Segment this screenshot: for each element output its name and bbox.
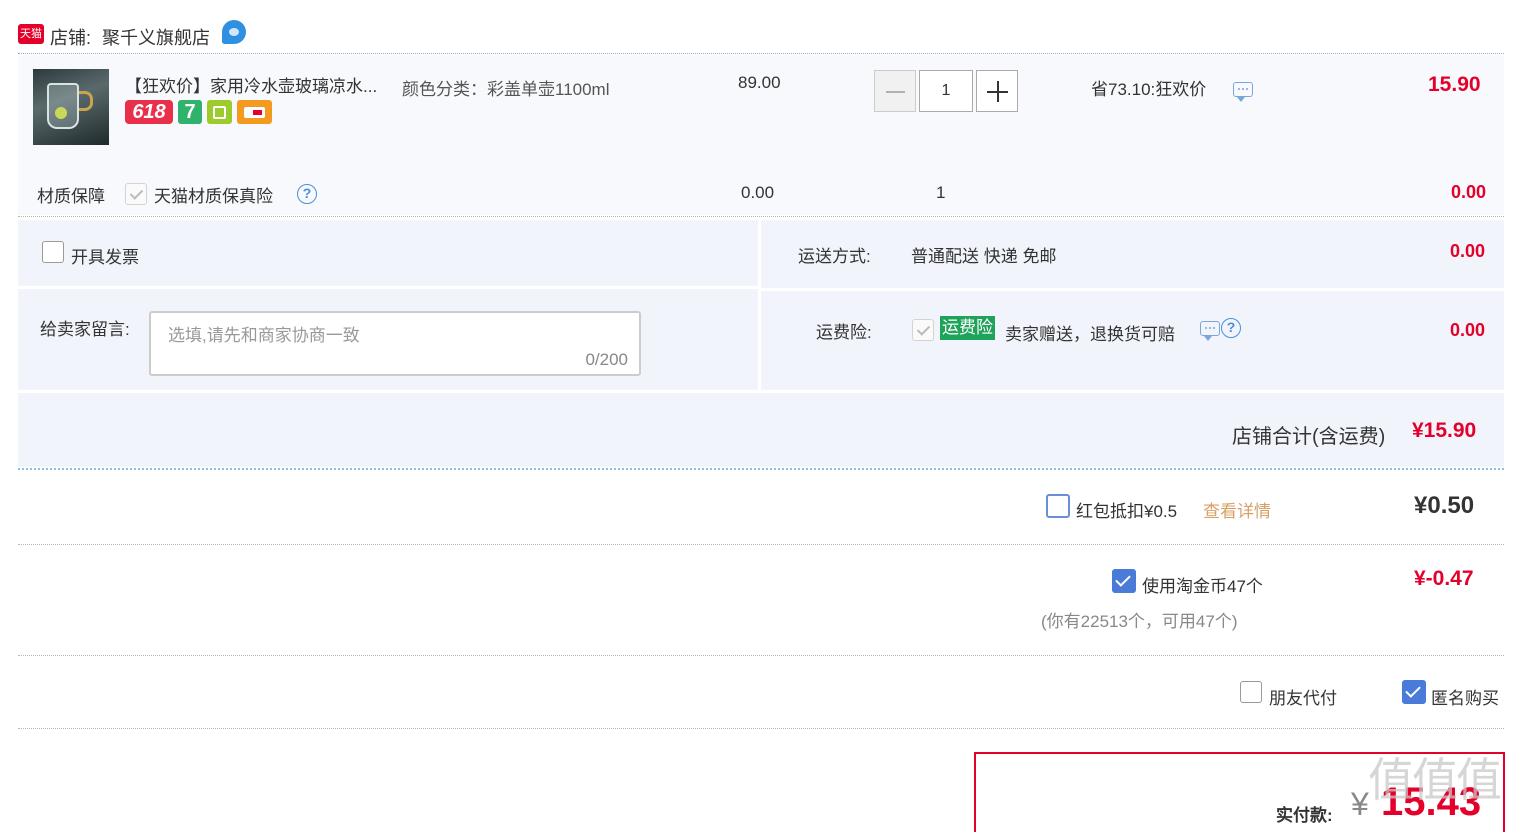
insurance-quantity: 1 xyxy=(936,183,946,202)
divider xyxy=(18,655,1504,656)
friend-pay-label[interactable]: 朋友代付 xyxy=(1269,684,1337,709)
shipping-method[interactable]: 普通配送 快递 免邮 xyxy=(911,242,1056,267)
red-packet-value: ¥0.50 xyxy=(1414,492,1475,519)
coins-value: ¥-0.47 xyxy=(1414,567,1474,590)
promo-text: 省73.10:狂欢价 xyxy=(1091,80,1207,99)
divider xyxy=(18,53,1504,54)
red-packet-details-link[interactable]: 查看详情 xyxy=(1203,497,1271,522)
anonymous-checkbox[interactable] xyxy=(1402,680,1426,704)
shipping-label: 运送方式: xyxy=(798,247,871,266)
badge-7day-return-icon: 7 xyxy=(178,100,202,124)
freight-insurance-label: 运费险: xyxy=(816,323,872,342)
item-total: 15.90 xyxy=(1428,73,1481,96)
insurance-price: 0.00 xyxy=(741,183,775,202)
insurance-total: 0.00 xyxy=(1451,182,1487,202)
invoice-checkbox[interactable] xyxy=(42,241,64,263)
coins-label[interactable]: 使用淘金币47个 xyxy=(1142,572,1263,597)
promo-chat-icon[interactable] xyxy=(1233,82,1253,102)
pay-currency: ¥ xyxy=(1351,786,1369,822)
insurance-checkbox[interactable] xyxy=(125,183,147,205)
product-spec: 颜色分类：彩盖单壶1100ml xyxy=(402,80,610,99)
watermark-logo: 值值值 xyxy=(1368,754,1502,806)
divider xyxy=(18,216,1504,217)
pay-label: 实付款: xyxy=(1276,806,1333,825)
freight-insurance-fee: 0.00 xyxy=(1450,320,1486,340)
shop-total-value: ¥15.90 xyxy=(1412,419,1477,442)
wangwang-chat-icon[interactable] xyxy=(222,20,246,44)
message-counter: 0/200 xyxy=(585,350,628,369)
shipping-cell xyxy=(761,220,1504,288)
freight-help-icon[interactable]: ? xyxy=(1221,318,1241,338)
tmall-badge-icon: 天猫 xyxy=(18,24,44,44)
product-title[interactable]: 【狂欢价】家用冷水壶玻璃凉水... xyxy=(125,72,377,97)
red-packet-checkbox[interactable] xyxy=(1046,494,1070,518)
divider xyxy=(18,468,1504,470)
badge-618-icon: 618 xyxy=(125,100,173,124)
unit-price: 89.00 xyxy=(738,73,781,92)
shipping-fee: 0.00 xyxy=(1450,241,1486,261)
quantity-decrease-button[interactable] xyxy=(874,70,916,112)
red-packet-label[interactable]: 红包抵扣¥0.5 xyxy=(1076,497,1177,522)
quantity-input[interactable]: 1 xyxy=(919,70,973,112)
invoice-label[interactable]: 开具发票 xyxy=(71,243,139,268)
product-image[interactable] xyxy=(33,69,109,145)
divider xyxy=(18,544,1504,545)
freight-insurance-desc: 卖家赠送，退换货可赔 xyxy=(1005,325,1175,344)
quantity-increase-button[interactable] xyxy=(976,70,1018,112)
anonymous-label[interactable]: 匿名购买 xyxy=(1431,684,1499,709)
insurance-name: 天猫材质保真险 xyxy=(154,187,273,206)
message-textarea[interactable]: 选填,请先和商家协商一致 0/200 xyxy=(149,311,641,376)
shop-label: 店铺: xyxy=(50,28,92,48)
message-label: 给卖家留言: xyxy=(40,320,130,339)
badge-guarantee-icon xyxy=(207,100,232,124)
coins-checkbox[interactable] xyxy=(1112,569,1136,593)
message-placeholder: 选填,请先和商家协商一致 xyxy=(168,326,360,345)
freight-chat-icon[interactable] xyxy=(1200,321,1220,341)
shop-name[interactable]: 聚千义旗舰店 xyxy=(102,24,210,50)
freight-insurance-checkbox[interactable] xyxy=(912,319,934,341)
badge-credit-card-icon xyxy=(237,100,272,124)
insurance-label: 材质保障 xyxy=(37,187,105,206)
help-icon[interactable]: ? xyxy=(297,184,317,204)
divider xyxy=(18,728,1504,729)
shop-total-label: 店铺合计(含运费) xyxy=(1232,426,1386,448)
freight-insurance-tag: 运费险 xyxy=(940,316,995,340)
friend-pay-checkbox[interactable] xyxy=(1240,681,1262,703)
coins-note: (你有22513个，可用47个) xyxy=(1041,612,1238,631)
